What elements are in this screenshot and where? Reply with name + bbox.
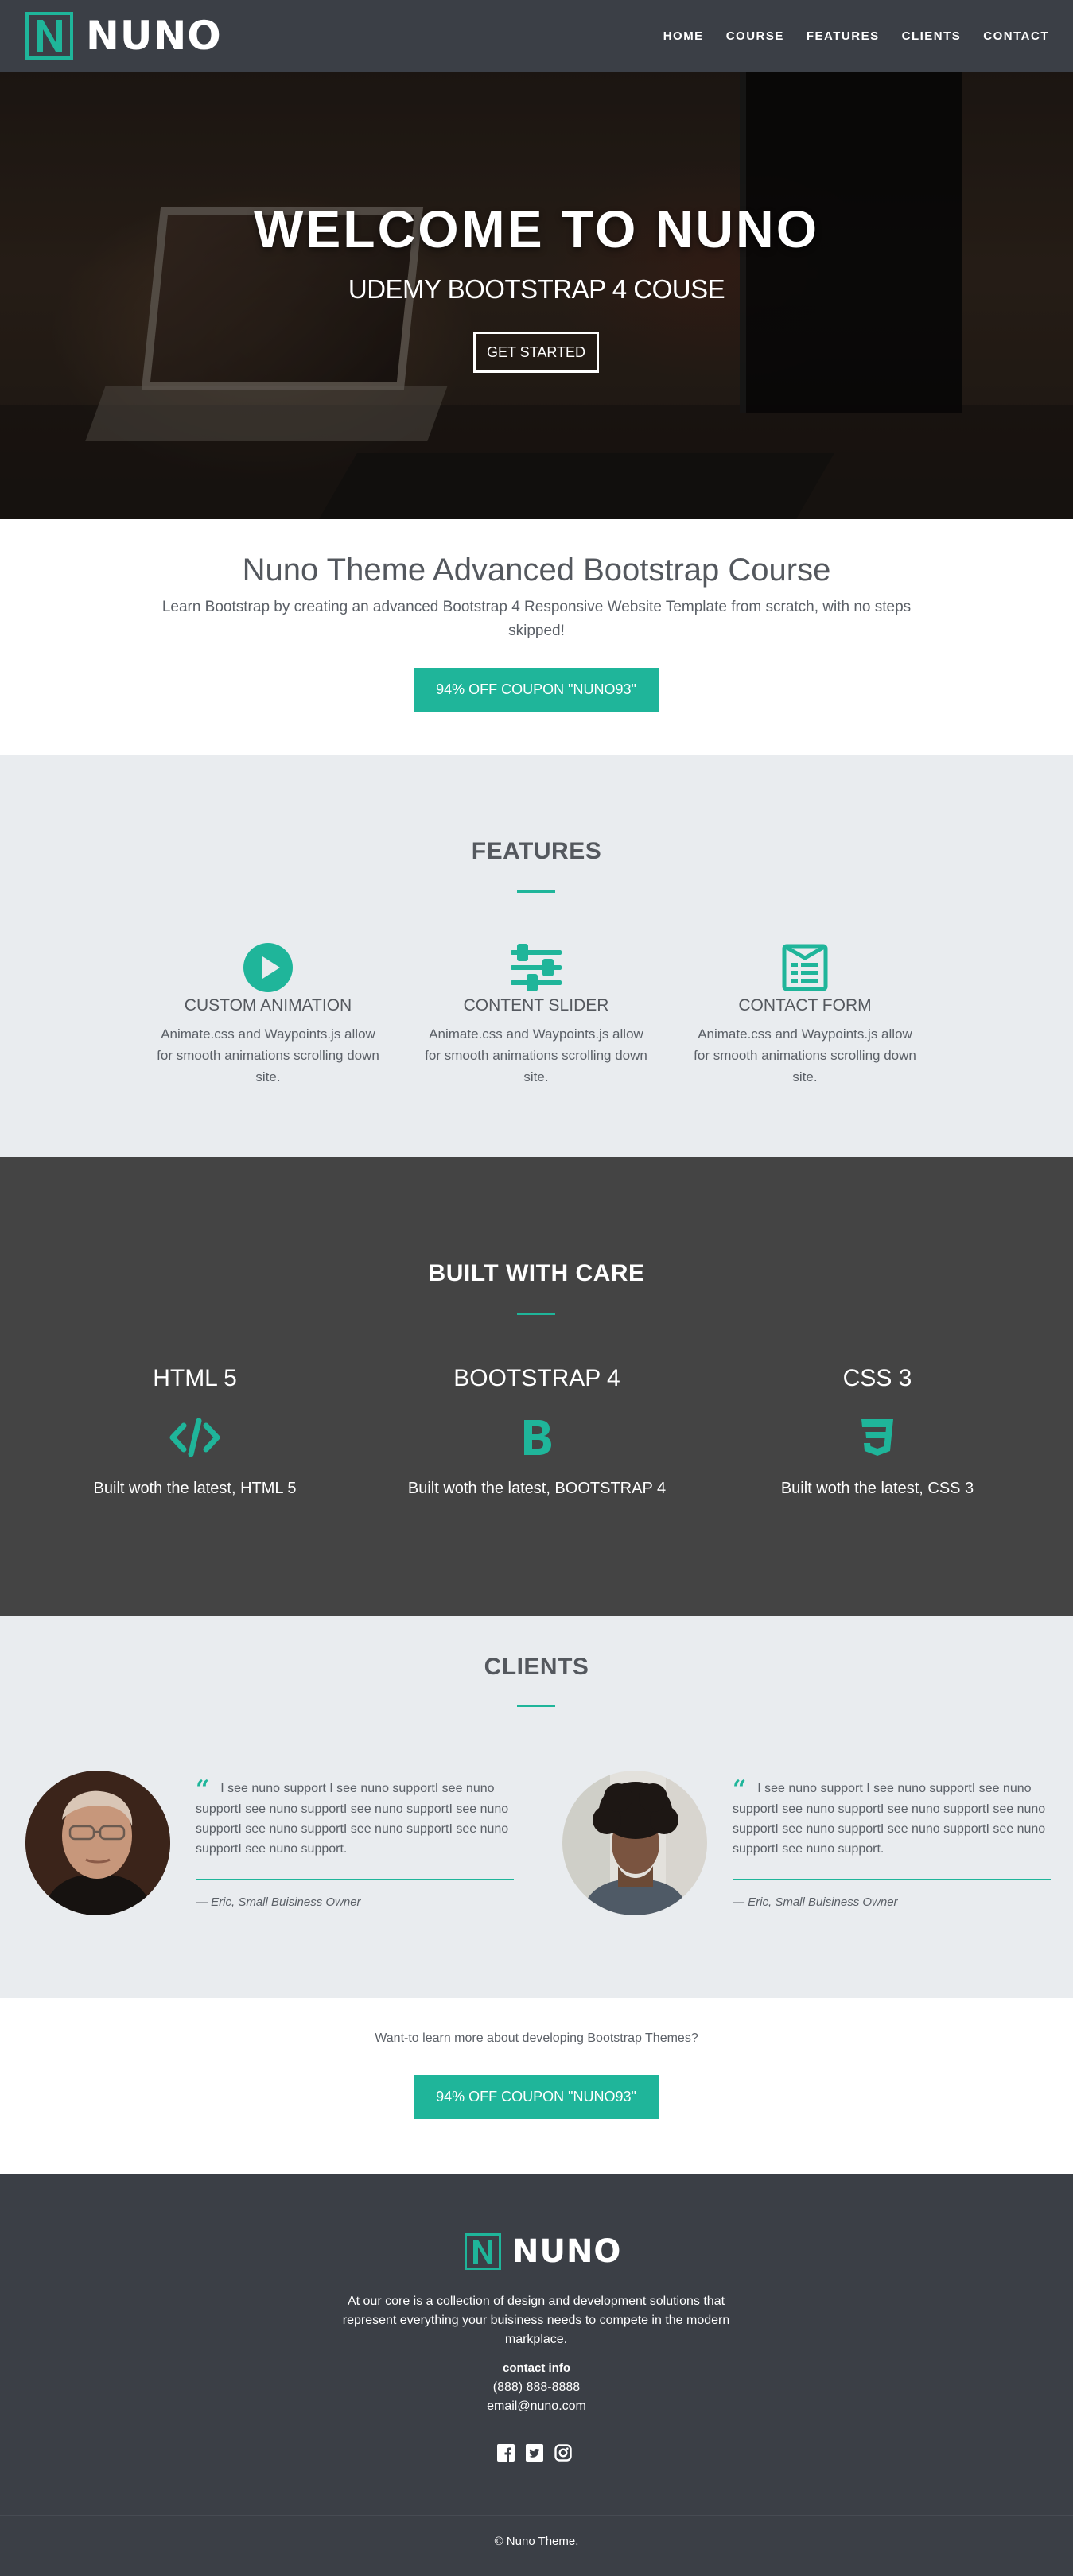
quote-text: I see nuno support I see nuno supportI s… [733,1782,1046,1856]
code-icon [16,1410,374,1465]
footer: NUNO At our core is a collection of desi… [0,2174,1073,2576]
hero-subtitle: UDEMY BOOTSTRAP 4 COUSE [348,274,725,304]
coupon-button[interactable]: 94% OFF COUPON "NUNO93" [414,2075,659,2119]
nuno-logo-icon [25,12,73,60]
feature-title: CONTACT FORM [738,996,872,1014]
twitter-icon[interactable] [525,2443,544,2462]
testimonial-quote: “I see nuno support I see nuno supportI … [196,1778,514,1859]
nuno-logo-icon [465,2233,501,2270]
intro-text: Learn Bootstrap by creating an advanced … [161,599,912,639]
testimonial-author: — Eric, Small Buisiness Owner [196,1895,361,1909]
coupon-button[interactable]: 94% OFF COUPON "NUNO93" [414,668,659,712]
clients-section: CLIENTS “I see nuno support I see nuno s… [0,1616,1073,1998]
feature-custom-animation: CUSTOM ANIMATION Animate.css and Waypoin… [141,942,395,1088]
clients-divider [517,1705,555,1707]
hero-section: WELCOME TO NUNO UDEMY BOOTSTRAP 4 COUSE … [0,72,1073,519]
built-title: BUILT WITH CARE [428,1260,645,1286]
contact-heading: contact info [503,2361,570,2375]
play-circle-icon [141,942,395,993]
copyright: © Nuno Theme. [494,2535,579,2548]
footer-separator [0,2515,1073,2516]
get-started-button[interactable]: GET STARTED [473,332,599,373]
nav-contact[interactable]: CONTACT [983,29,1049,43]
brand[interactable]: NUNO [25,12,222,60]
form-icon [678,942,932,993]
feature-title: CUSTOM ANIMATION [184,996,352,1014]
tech-title: CSS 3 [842,1365,912,1391]
intro-section: Nuno Theme Advanced Bootstrap Course Lea… [0,519,1073,755]
tech-text: Built woth the latest, CSS 3 [780,1480,974,1497]
tech-title: HTML 5 [153,1365,237,1391]
feature-text: Animate.css and Waypoints.js allow for s… [157,1026,379,1084]
feature-contact-form: CONTACT FORM Animate.css and Waypoints.j… [678,942,932,1088]
footer-brand[interactable]: NUNO [465,2233,621,2270]
cta-section: Want-to learn more about developing Boot… [0,1998,1073,2174]
quote-divider [196,1879,514,1880]
hero-title: WELCOME TO NUNO [253,200,820,258]
features-title: FEATURES [471,838,602,864]
nav-features[interactable]: FEATURES [807,29,880,43]
tech-text: Built woth the latest, BOOTSTRAP 4 [407,1480,667,1497]
contact-email[interactable]: email@nuno.com [0,2399,1073,2414]
testimonial-card: “I see nuno support I see nuno supportI … [25,1771,542,1922]
instagram-icon[interactable] [554,2443,573,2462]
client-avatar [562,1771,707,1915]
client-avatar [25,1771,170,1915]
brand-name: NUNO [86,13,222,59]
testimonial-quote: “I see nuno support I see nuno supportI … [733,1778,1051,1859]
testimonial-author: — Eric, Small Buisiness Owner [733,1895,898,1909]
feature-text: Animate.css and Waypoints.js allow for s… [694,1026,916,1084]
nav-course[interactable]: COURSE [726,29,784,43]
tech-text: Built woth the latest, HTML 5 [93,1480,297,1497]
quote-text: I see nuno support I see nuno supportI s… [196,1782,509,1856]
features-divider [517,890,555,893]
bootstrap-icon [358,1410,716,1465]
cta-text: Want-to learn more about developing Boot… [375,2031,698,2045]
tech-title: BOOTSTRAP 4 [453,1365,620,1391]
built-section: BUILT WITH CARE HTML 5 Built woth the la… [0,1157,1073,1616]
quote-icon: “ [196,1775,210,1803]
nav-home[interactable]: HOME [663,29,704,43]
footer-about: At our core is a collection of design an… [342,2295,730,2346]
tech-bootstrap4: BOOTSTRAP 4 Built woth the latest, BOOTS… [358,1365,716,1498]
quote-divider [733,1879,1051,1880]
css3-icon [698,1410,1056,1465]
facebook-icon[interactable] [496,2443,515,2462]
testimonial-card: “I see nuno support I see nuno supportI … [562,1771,1073,1922]
navbar: NUNO HOME COURSE FEATURES CLIENTS CONTAC… [0,0,1073,72]
tech-css3: CSS 3 Built woth the latest, CSS 3 [698,1365,1056,1498]
nav-clients[interactable]: CLIENTS [902,29,962,43]
footer-brand-name: NUNO [512,2233,622,2270]
feature-content-slider: CONTENT SLIDER Animate.css and Waypoints… [409,942,663,1088]
feature-text: Animate.css and Waypoints.js allow for s… [425,1026,647,1084]
contact-phone[interactable]: (888) 888-8888 [0,2380,1073,2395]
hero-content: WELCOME TO NUNO UDEMY BOOTSTRAP 4 COUSE … [0,72,1073,519]
quote-icon: “ [733,1775,747,1803]
built-divider [517,1313,555,1315]
sliders-icon [409,942,663,993]
features-section: FEATURES CUSTOM ANIMATION Animate.css an… [0,755,1073,1157]
clients-title: CLIENTS [484,1654,589,1680]
social-links [496,2443,573,2462]
intro-title: Nuno Theme Advanced Bootstrap Course [242,553,831,588]
tech-html5: HTML 5 Built woth the latest, HTML 5 [16,1365,374,1498]
feature-title: CONTENT SLIDER [463,996,609,1014]
nav-links: HOME COURSE FEATURES CLIENTS CONTACT [663,29,1049,43]
